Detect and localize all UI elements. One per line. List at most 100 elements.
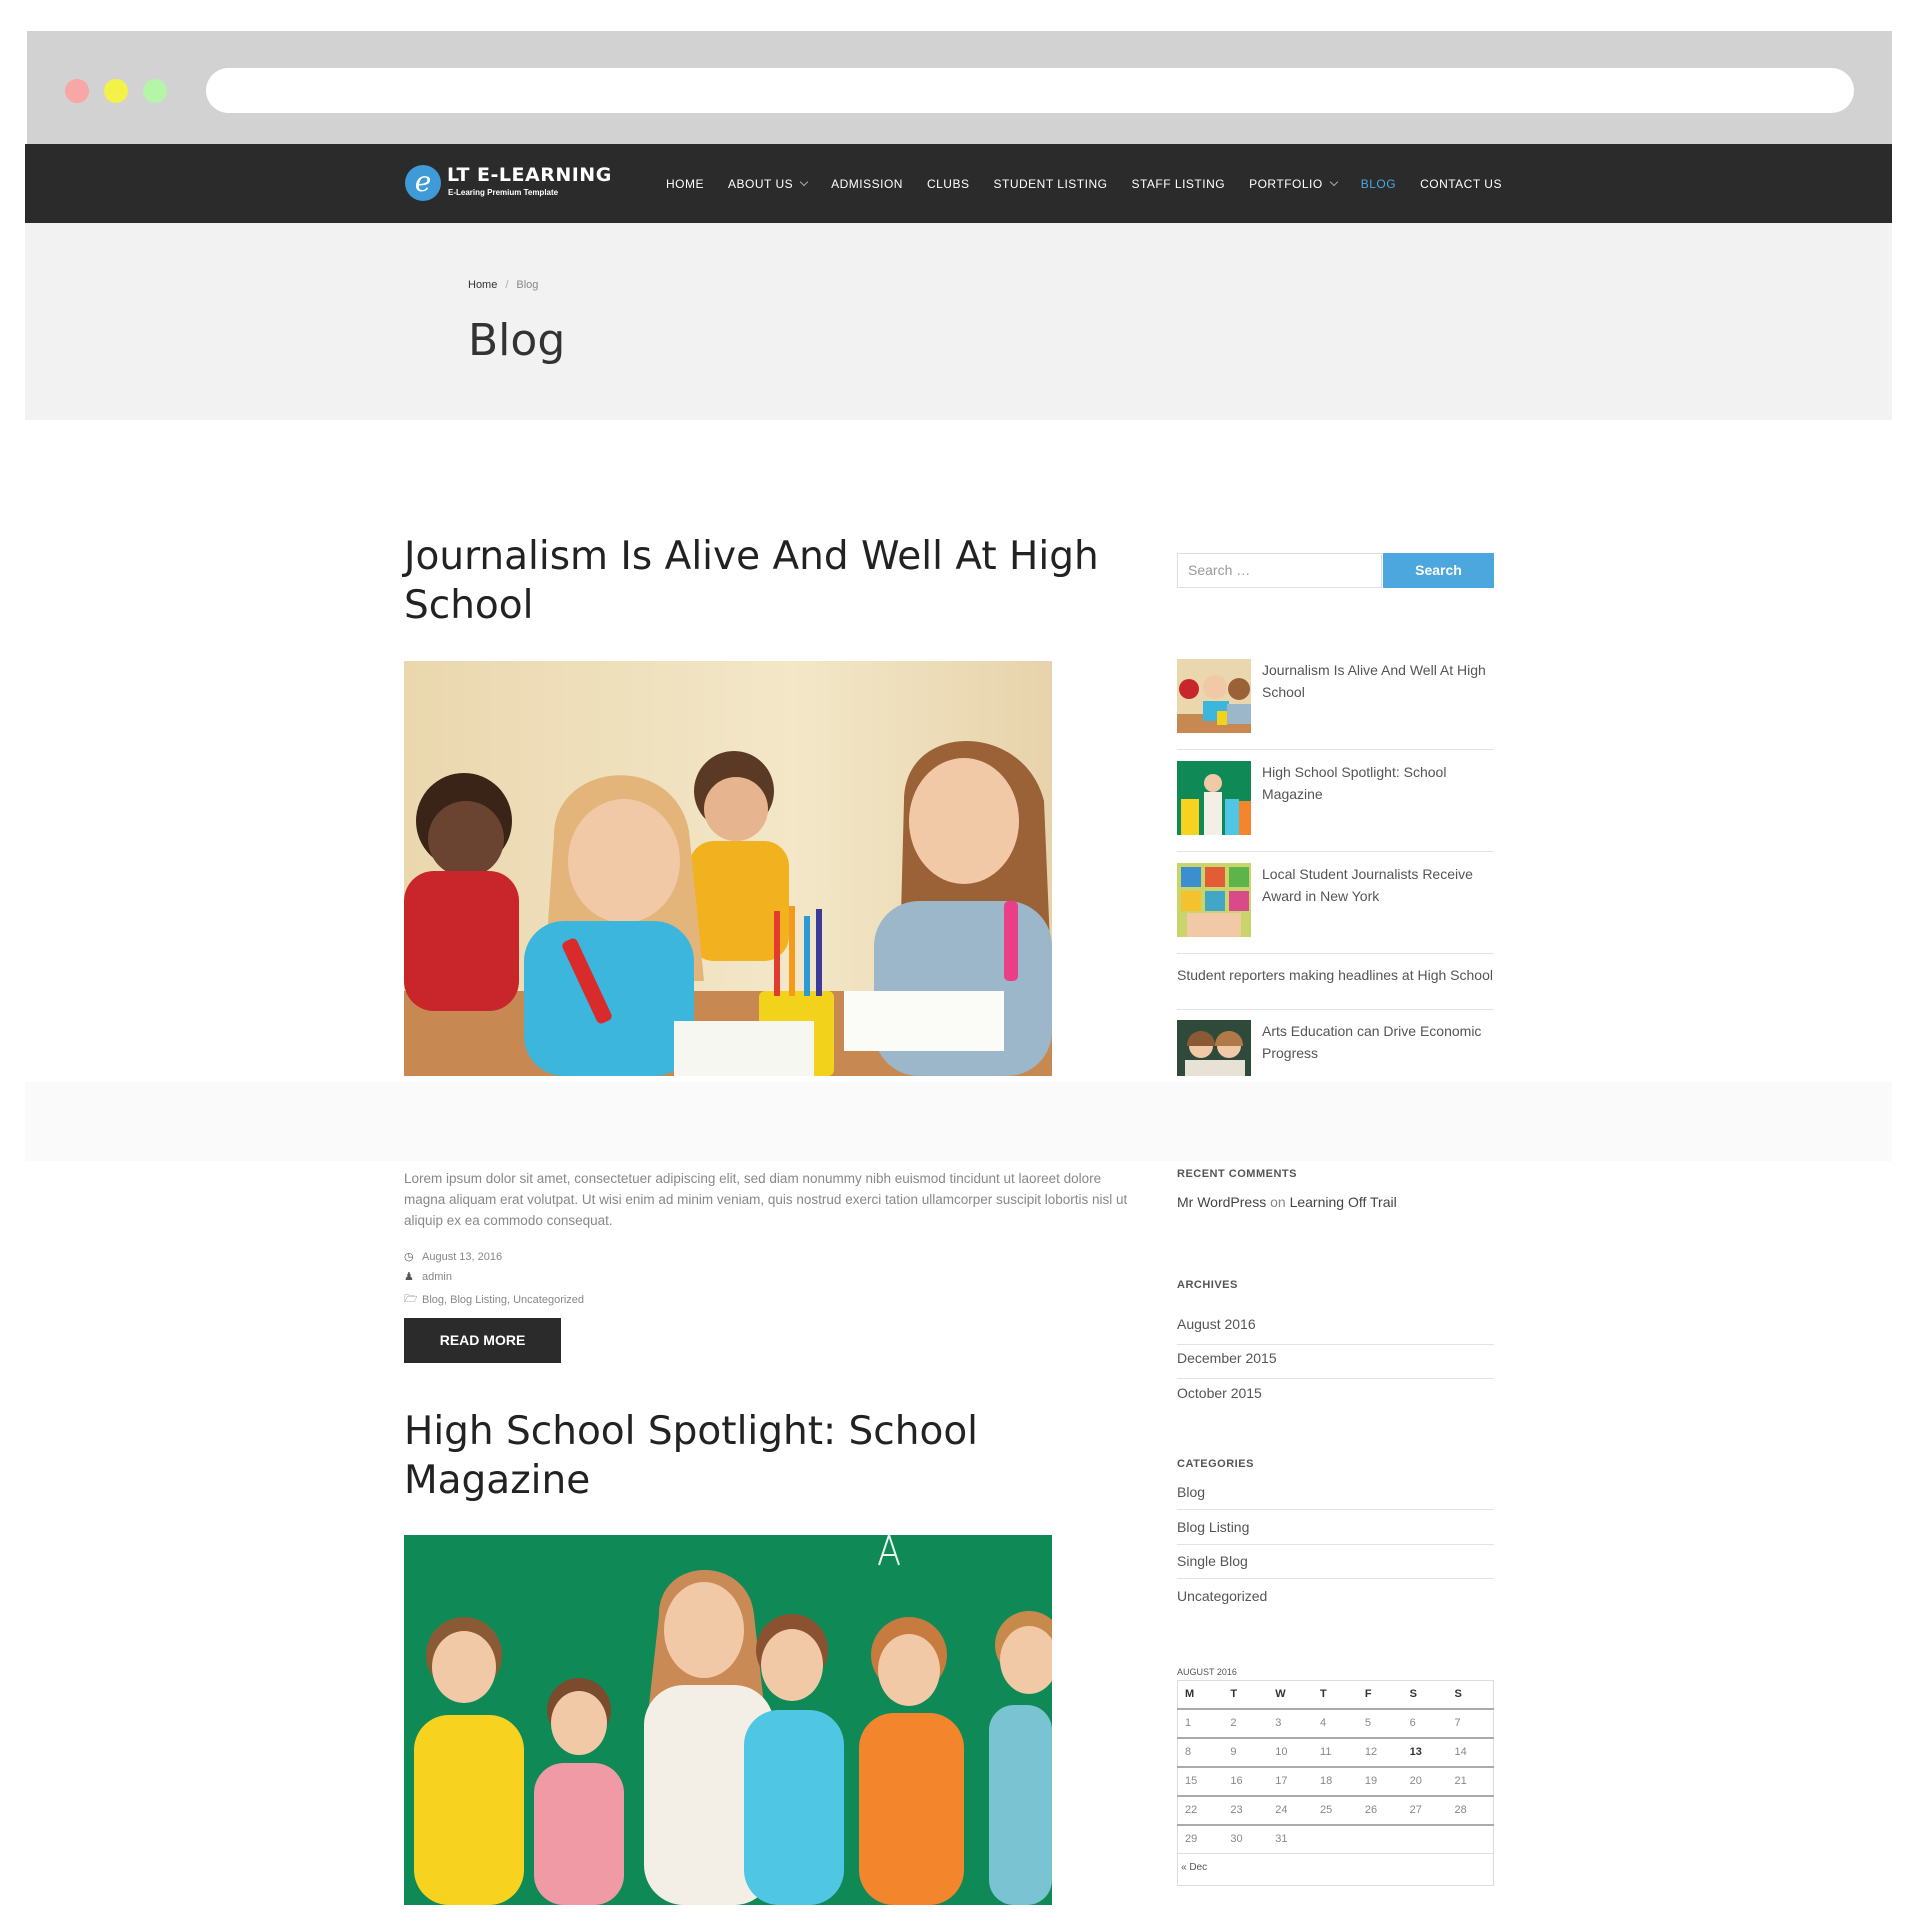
calendar-day: 26 (1357, 1795, 1403, 1826)
logo-subtitle: E-Learing Premium Template (448, 188, 559, 197)
page-title: Blog (468, 315, 566, 366)
breadcrumb-home[interactable]: Home (468, 279, 497, 291)
main-nav: e LT E-LEARNING E-Learing Premium Templa… (25, 144, 1892, 223)
divider (1177, 1344, 1494, 1345)
calendar-day-with-post[interactable]: 13 (1402, 1737, 1448, 1768)
recent-post-title[interactable]: Local Student Journalists Receive Award … (1262, 863, 1494, 907)
recent-post-thumbnail[interactable] (1177, 863, 1251, 937)
divider (1177, 1544, 1494, 1545)
divider (1177, 1009, 1494, 1010)
comment-post-link[interactable]: Learning Off Trail (1290, 1194, 1397, 1210)
calendar-day: 27 (1402, 1795, 1448, 1826)
calendar-day: 14 (1447, 1737, 1494, 1768)
post-title[interactable]: High School Spotlight: School Magazine (404, 1407, 1134, 1505)
divider (1177, 851, 1494, 852)
folder-icon: 🗁 (404, 1293, 418, 1305)
clock-icon: ◷ (404, 1251, 414, 1263)
calendar-day: 8 (1177, 1737, 1224, 1768)
calendar-day: 21 (1447, 1766, 1494, 1797)
recent-post-thumbnail[interactable] (1177, 1020, 1251, 1076)
maximize-window-dot[interactable] (143, 79, 167, 103)
calendar-day: 28 (1447, 1795, 1494, 1826)
calendar-day: 9 (1223, 1737, 1269, 1768)
calendar-day (1447, 1825, 1493, 1854)
calendar-day: 10 (1268, 1737, 1314, 1768)
comment-author-link[interactable]: Mr WordPress (1177, 1194, 1266, 1210)
search-button[interactable]: Search (1383, 553, 1494, 588)
archive-link[interactable]: October 2015 (1177, 1385, 1494, 1401)
nav-item-contact-us[interactable]: Contact Us (1420, 177, 1502, 191)
recent-post-title[interactable]: Journalism Is Alive And Well At High Sch… (1262, 659, 1494, 703)
recent-post-title[interactable]: High School Spotlight: School Magazine (1262, 761, 1494, 805)
group-photo (404, 1535, 1052, 1905)
comment-on-text: on (1270, 1194, 1286, 1210)
calendar-day: 19 (1357, 1766, 1403, 1797)
post-author[interactable]: ♟ admin (404, 1270, 452, 1284)
site-logo[interactable]: e LT E-LEARNING E-Learing Premium Templa… (405, 163, 611, 203)
calendar-day: 11 (1313, 1737, 1358, 1768)
divider (1177, 1578, 1494, 1579)
minimize-window-dot[interactable] (104, 79, 128, 103)
recent-comment: Mr WordPress on Learning Off Trail (1177, 1194, 1397, 1210)
recent-post-title[interactable]: Arts Education can Drive Economic Progre… (1262, 1020, 1494, 1064)
recent-post-item[interactable]: Journalism Is Alive And Well At High Sch… (1177, 659, 1494, 733)
archives-title: ARCHIVES (1177, 1279, 1238, 1291)
nav-item-portfolio[interactable]: Portfolio (1249, 177, 1338, 191)
nav-item-blog[interactable]: Blog (1361, 177, 1396, 191)
calendar-day-header: S (1402, 1680, 1448, 1710)
archive-link[interactable]: August 2016 (1177, 1316, 1494, 1332)
category-link[interactable]: Uncategorized (1177, 1588, 1494, 1604)
categories-title: CATEGORIES (1177, 1458, 1254, 1470)
address-bar[interactable] (206, 68, 1854, 113)
chevron-down-icon (799, 177, 809, 186)
nav-item-home[interactable]: Home (666, 177, 704, 191)
sticky-nav-ghost (25, 1082, 1892, 1161)
calendar-day: 30 (1230, 1833, 1243, 1846)
post-1: Journalism Is Alive And Well At High Sch… (404, 532, 1134, 630)
recent-post-item[interactable]: Local Student Journalists Receive Award … (1177, 863, 1494, 937)
calendar-day: 2 (1223, 1708, 1269, 1739)
calendar-table: M T W T F S S 1 2 3 4 5 6 7 8 9 10 11 12… (1177, 1680, 1494, 1854)
calendar-day: 3 (1268, 1708, 1314, 1739)
calendar-day: 5 (1357, 1708, 1403, 1739)
divider (1177, 1378, 1494, 1379)
calendar-day: 4 (1313, 1708, 1358, 1739)
calendar-day-header: T (1313, 1680, 1358, 1710)
nav-item-admission[interactable]: Admission (831, 177, 903, 191)
archive-link[interactable]: December 2015 (1177, 1350, 1494, 1366)
recent-post-item[interactable]: Arts Education can Drive Economic Progre… (1177, 1020, 1494, 1080)
nav-item-about-us[interactable]: About Us (728, 177, 809, 191)
category-link[interactable]: Single Blog (1177, 1553, 1494, 1569)
classroom-photo (404, 661, 1052, 1076)
logo-title: LT E-LEARNING (447, 164, 612, 186)
post-image-classroom[interactable] (404, 661, 1052, 1076)
calendar-day: 18 (1313, 1766, 1358, 1797)
nav-item-student-listing[interactable]: Student Listing (993, 177, 1107, 191)
browser-chrome (27, 31, 1892, 144)
calendar-day-header: T (1223, 1680, 1269, 1710)
recent-post-item[interactable]: High School Spotlight: School Magazine (1177, 761, 1494, 835)
recent-post-thumbnail[interactable] (1177, 659, 1251, 733)
recent-post-thumbnail[interactable] (1177, 761, 1251, 835)
category-link[interactable]: Blog Listing (1177, 1519, 1494, 1535)
post-title[interactable]: Journalism Is Alive And Well At High Sch… (404, 532, 1134, 630)
calendar-day: 29 (1185, 1833, 1198, 1846)
nav-item-staff-listing[interactable]: Staff Listing (1131, 177, 1225, 191)
close-window-dot[interactable] (65, 79, 89, 103)
calendar-day: 20 (1402, 1766, 1448, 1797)
calendar-prev-link[interactable]: « Dec (1181, 1862, 1207, 1873)
divider (1177, 749, 1494, 750)
post-image-group[interactable] (404, 1535, 1052, 1905)
category-link[interactable]: Blog (1177, 1484, 1494, 1500)
nav-menu: Home About Us Admission Clubs Student Li… (666, 144, 1526, 223)
search-input[interactable]: Search … (1177, 553, 1382, 588)
calendar-day-header: M (1177, 1680, 1224, 1710)
chevron-down-icon (1329, 177, 1338, 186)
calendar-day: 12 (1357, 1737, 1403, 1768)
divider (1177, 1509, 1494, 1510)
calendar-day: 15 (1177, 1766, 1224, 1797)
recent-post-title[interactable]: Student reporters making headlines at Hi… (1177, 964, 1494, 986)
nav-item-clubs[interactable]: Clubs (927, 177, 970, 191)
recent-post-item[interactable]: Student reporters making headlines at Hi… (1177, 964, 1494, 1008)
read-more-button[interactable]: READ MORE (404, 1318, 561, 1363)
